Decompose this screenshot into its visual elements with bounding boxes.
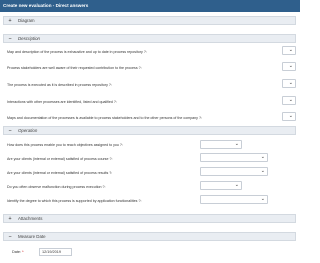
section-title-diagram: Diagram [18, 18, 35, 23]
question-label: Are your clients (internal or external) … [7, 157, 113, 161]
date-label: Date: * [12, 250, 24, 254]
collapse-icon[interactable]: − [7, 35, 13, 43]
question-label: How does this process enable you to reac… [7, 143, 123, 147]
chevron-down-icon: ⌄ [288, 97, 293, 103]
question-label: Map and description of the process is ex… [7, 50, 147, 54]
question-label: Are your clients (internal or external) … [7, 171, 113, 175]
answer-dropdown[interactable]: ⌄ [200, 181, 242, 190]
chevron-down-icon: ⌄ [260, 196, 265, 202]
question-label: The process is executed as it is describ… [7, 83, 112, 87]
section-diagram[interactable]: + Diagram [3, 16, 296, 25]
question-label: Do you often observe malfunction during … [7, 185, 106, 189]
answer-dropdown[interactable]: ⌄ [282, 79, 296, 88]
chevron-down-icon: ⌄ [260, 154, 265, 160]
section-title-description: Description [18, 36, 40, 41]
section-attachments[interactable]: + Attachments [3, 214, 296, 223]
answer-dropdown[interactable]: ⌄ [200, 140, 242, 149]
answer-dropdown[interactable]: ⌄ [200, 195, 268, 204]
section-title-attachments: Attachments [18, 216, 43, 221]
chevron-down-icon: ⌄ [260, 168, 265, 174]
chevron-down-icon: ⌄ [288, 113, 293, 119]
question-label: Interactions with other processes are id… [7, 100, 117, 104]
chevron-down-icon: ⌄ [234, 141, 239, 147]
window-title: Create new evaluation - Direct answers [0, 0, 300, 12]
chevron-down-icon: ⌄ [288, 80, 293, 86]
section-operation[interactable]: − Operation [3, 126, 296, 135]
collapse-icon[interactable]: − [7, 233, 13, 241]
section-measure-date[interactable]: − Measure Date [3, 232, 296, 241]
expand-icon[interactable]: + [7, 215, 13, 223]
section-title-measure-date: Measure Date [18, 234, 46, 239]
chevron-down-icon: ⌄ [288, 47, 293, 53]
required-mark: * [22, 250, 24, 254]
chevron-down-icon: ⌄ [288, 63, 293, 69]
chevron-down-icon: ⌄ [234, 182, 239, 188]
answer-dropdown[interactable]: ⌄ [200, 153, 268, 162]
question-label: Process stakeholders are well aware of t… [7, 66, 142, 70]
answer-dropdown[interactable]: ⌄ [282, 112, 296, 121]
section-description[interactable]: − Description [3, 34, 296, 43]
question-label: Identify the degree to which this proces… [7, 199, 142, 203]
section-title-operation: Operation [18, 128, 38, 133]
answer-dropdown[interactable]: ⌄ [282, 46, 296, 55]
answer-dropdown[interactable]: ⌄ [282, 96, 296, 105]
date-input[interactable]: 12/19/2019 [39, 248, 72, 256]
answer-dropdown[interactable]: ⌄ [200, 167, 268, 176]
expand-icon[interactable]: + [7, 17, 13, 25]
answer-dropdown[interactable]: ⌄ [282, 62, 296, 71]
date-label-text: Date: [12, 250, 22, 254]
question-label: Maps and documentation of the processes … [7, 116, 202, 120]
collapse-icon[interactable]: − [7, 127, 13, 135]
